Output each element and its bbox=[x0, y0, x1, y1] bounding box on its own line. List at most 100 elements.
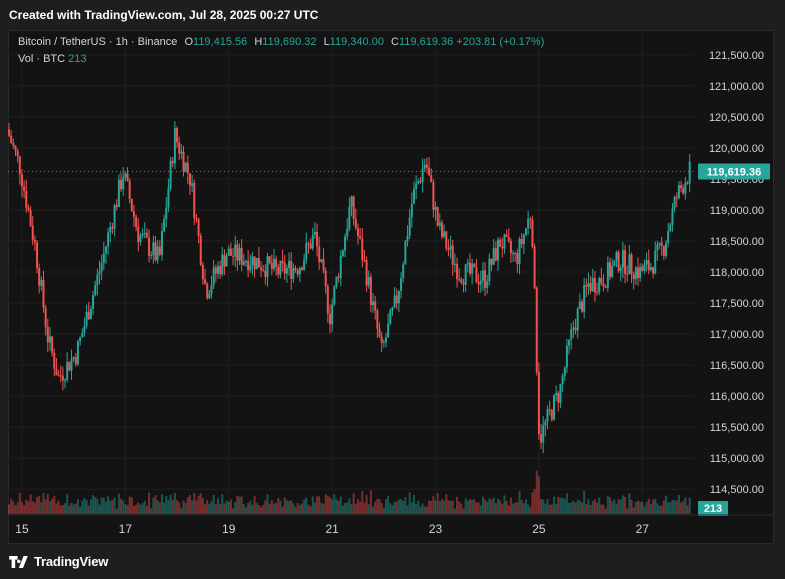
volume-bar bbox=[518, 491, 521, 514]
candle-body bbox=[48, 336, 51, 343]
volume-bar bbox=[316, 496, 319, 514]
volume-bar bbox=[568, 503, 571, 514]
candle-body bbox=[199, 235, 202, 265]
volume-bar bbox=[619, 499, 622, 514]
volume-bar bbox=[546, 498, 549, 514]
volume-bar bbox=[604, 508, 607, 514]
candle-body bbox=[404, 241, 407, 265]
candle-body bbox=[527, 218, 530, 229]
candle-body bbox=[178, 142, 181, 154]
candle-body bbox=[70, 358, 73, 371]
volume-bar bbox=[262, 504, 265, 514]
candle-body bbox=[72, 356, 75, 359]
volume-bar bbox=[64, 503, 67, 514]
volume-bar bbox=[331, 499, 334, 514]
candle-body bbox=[300, 267, 303, 270]
candle-body bbox=[341, 250, 344, 256]
candle-body bbox=[402, 264, 405, 279]
candle-body bbox=[565, 345, 568, 368]
volume-bar bbox=[652, 499, 655, 514]
volume-bar bbox=[477, 502, 480, 514]
volume-bar bbox=[451, 500, 454, 514]
candle-body bbox=[615, 252, 618, 261]
volume-bar bbox=[156, 500, 159, 514]
volume-bar bbox=[354, 503, 357, 514]
candle-body bbox=[348, 207, 351, 229]
volume-bar bbox=[339, 496, 342, 514]
candle-body bbox=[324, 270, 327, 287]
candle-body bbox=[328, 313, 331, 325]
candle-body bbox=[66, 361, 69, 380]
candle-body bbox=[100, 262, 103, 272]
volume-bar bbox=[51, 498, 54, 514]
volume-bar bbox=[130, 497, 133, 514]
candle-body bbox=[107, 232, 110, 247]
volume-bar bbox=[212, 494, 215, 514]
volume-bar bbox=[44, 499, 47, 514]
volume-bar bbox=[66, 493, 69, 514]
volume-bar bbox=[216, 498, 219, 514]
volume-bar bbox=[359, 501, 362, 514]
volume-bar bbox=[182, 500, 185, 514]
volume-bar bbox=[524, 499, 527, 514]
volume-bar bbox=[307, 504, 310, 514]
volume-bar bbox=[83, 498, 86, 514]
volume-bar bbox=[48, 501, 51, 514]
candle-body bbox=[507, 236, 510, 242]
candle-body bbox=[488, 258, 491, 282]
candle-body bbox=[81, 333, 84, 338]
volume-bar bbox=[38, 495, 41, 514]
candle-body bbox=[382, 342, 385, 344]
candle-body bbox=[124, 173, 127, 178]
candle-body bbox=[117, 179, 120, 207]
volume-bar bbox=[16, 502, 19, 514]
volume-bar bbox=[367, 504, 370, 514]
volume-bar bbox=[688, 497, 691, 514]
volume-bar bbox=[505, 500, 508, 514]
candle-body bbox=[14, 145, 17, 151]
candle-body bbox=[421, 168, 424, 182]
volume-bar bbox=[583, 490, 586, 514]
candle-body bbox=[621, 250, 624, 268]
tradingview-logo-icon bbox=[9, 555, 28, 568]
candlestick-chart[interactable]: 121,500.00 121,000.00 120,500.00 120,000.00… bbox=[8, 30, 774, 544]
volume-bar bbox=[128, 496, 131, 514]
candle-body bbox=[83, 325, 86, 334]
volume-bar bbox=[238, 496, 241, 514]
volume-bar bbox=[12, 501, 15, 514]
candle-body bbox=[352, 196, 355, 219]
candle-body bbox=[589, 283, 592, 291]
high-value: 119,690.32 bbox=[262, 36, 317, 48]
volume-bar bbox=[376, 498, 379, 514]
y-tick-label: 118,500.00 bbox=[710, 236, 764, 248]
volume-bar bbox=[509, 497, 512, 514]
symbol-label[interactable]: Bitcoin / TetherUS · 1h · Binance bbox=[18, 36, 177, 48]
candle-body bbox=[331, 304, 334, 325]
volume-bar bbox=[208, 503, 211, 514]
candle-body bbox=[94, 285, 97, 296]
volume-bar bbox=[154, 495, 157, 514]
volume-bar bbox=[397, 499, 400, 514]
candle-body bbox=[156, 246, 159, 261]
x-tick-label: 21 bbox=[325, 522, 339, 536]
volume-bar bbox=[197, 495, 200, 514]
candle-body bbox=[335, 276, 338, 287]
candle-body bbox=[518, 238, 521, 265]
volume-bar bbox=[606, 495, 609, 514]
volume-bar bbox=[484, 499, 487, 514]
volume-bar bbox=[201, 498, 204, 514]
volume-bar bbox=[636, 500, 639, 514]
candle-body bbox=[641, 266, 644, 271]
volume-bar bbox=[626, 508, 629, 514]
candle-body bbox=[346, 228, 349, 237]
candle-body bbox=[636, 267, 639, 279]
candle-body bbox=[602, 283, 605, 287]
candle-body bbox=[617, 252, 620, 272]
candle-body bbox=[160, 231, 163, 255]
candle-body bbox=[322, 259, 325, 271]
candle-body bbox=[141, 233, 144, 236]
volume-bar bbox=[124, 504, 127, 514]
volume-bar bbox=[20, 502, 23, 514]
volume-bar bbox=[247, 503, 250, 514]
volume-bar bbox=[516, 502, 519, 514]
